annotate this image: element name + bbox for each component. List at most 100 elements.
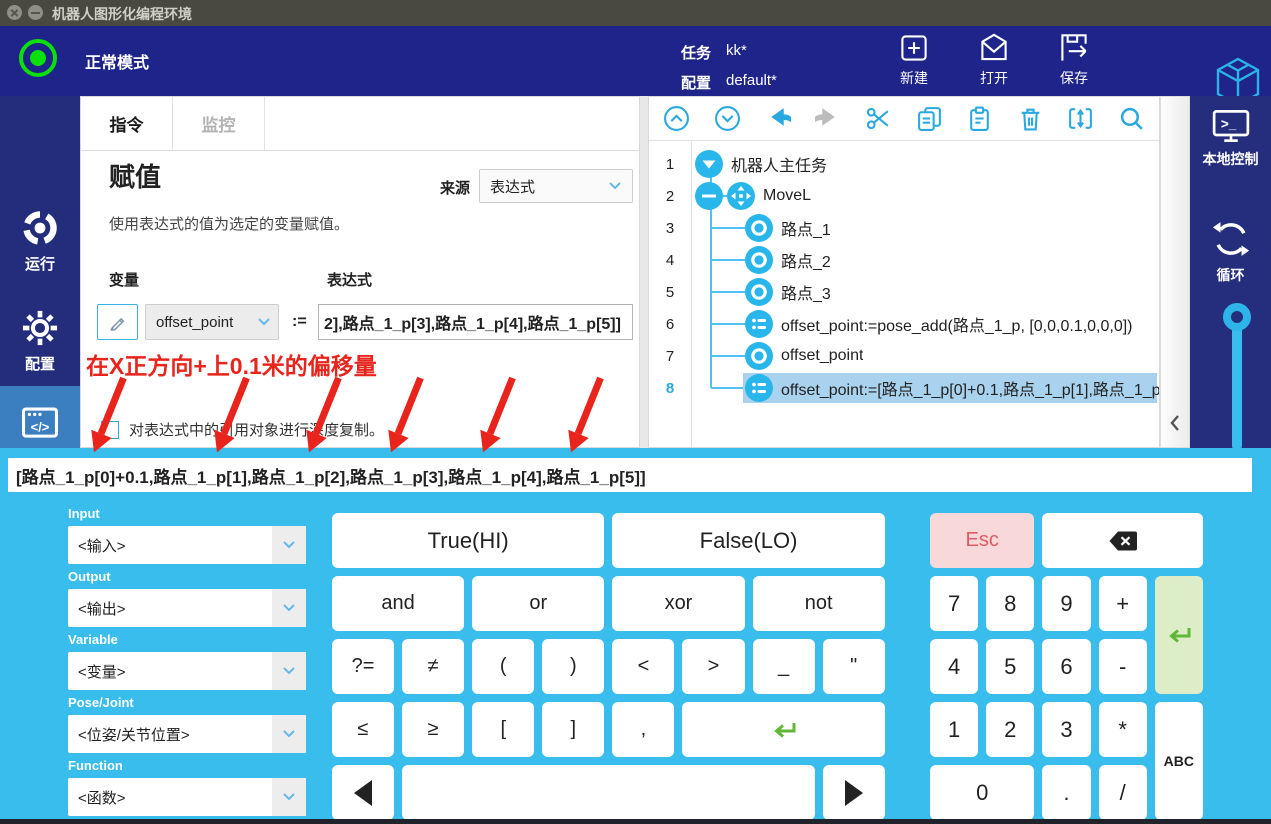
key-paren-open[interactable]: ( [472, 639, 534, 694]
key-false[interactable]: False(LO) [612, 513, 884, 568]
key-paren-close[interactable]: ) [542, 639, 604, 694]
key-not[interactable]: not [753, 576, 885, 631]
copy-icon[interactable] [916, 105, 943, 132]
waypoint-icon [745, 278, 773, 306]
source-label: 来源 [440, 177, 470, 198]
key-comma[interactable]: , [612, 702, 674, 757]
delete-icon[interactable] [1017, 105, 1044, 132]
close-icon[interactable] [7, 5, 22, 20]
key-5[interactable]: 5 [986, 639, 1034, 694]
key-abc[interactable]: ABC [1155, 702, 1203, 820]
red-annotation-text: 在X正方向+上0.1米的偏移量 [86, 347, 377, 381]
chevron-down-icon [272, 715, 306, 753]
key-plus[interactable]: + [1099, 576, 1147, 631]
key-esc[interactable]: Esc [930, 513, 1034, 568]
expression-input[interactable]: 2],路点_1_p[3],路点_1_p[4],路点_1_p[5]] [318, 304, 633, 340]
source-select[interactable]: 表达式 [479, 169, 633, 203]
key-3[interactable]: 3 [1042, 702, 1090, 757]
sidebar-item-local-control[interactable]: >_ 本地控制 [1190, 108, 1271, 169]
app-header: 正常模式 任务 kk* 配置 default* 新建 打开 保存 [0, 26, 1271, 96]
key-9[interactable]: 9 [1042, 576, 1090, 631]
tree-row[interactable]: 2 MoveL [649, 180, 1159, 212]
key-asterisk[interactable]: * [1099, 702, 1147, 757]
cut-icon[interactable] [865, 105, 892, 132]
key-minus[interactable]: - [1099, 639, 1147, 694]
key-cursor-left[interactable] [332, 765, 394, 820]
output-select-label: Output [68, 569, 306, 584]
key-enter-wide[interactable] [682, 702, 884, 757]
tab-monitor[interactable]: 监控 [173, 97, 265, 150]
expression-bar-input[interactable]: [路点_1_p[0]+0.1,路点_1_p[1],路点_1_p[2],路点_1_… [8, 458, 1252, 492]
tree-toolbar [649, 97, 1159, 141]
save-file-icon [1055, 29, 1093, 67]
key-assign-compare[interactable]: ?= [332, 639, 394, 694]
key-4[interactable]: 4 [930, 639, 978, 694]
sidebar-item-config[interactable]: 配置 [0, 308, 80, 374]
key-greater[interactable]: > [682, 639, 744, 694]
panel-scroll-strip[interactable] [1160, 96, 1190, 448]
paste-icon[interactable] [966, 105, 993, 132]
tree-row[interactable]: 3 路点_1 [649, 212, 1159, 244]
new-button[interactable]: 新建 [878, 29, 950, 88]
key-underscore[interactable]: _ [753, 639, 815, 694]
input-select[interactable]: <输入> [68, 526, 306, 564]
collapse-triangle-icon[interactable] [695, 150, 723, 178]
collapse-panel-icon[interactable] [1169, 414, 1181, 437]
key-cursor-right[interactable] [823, 765, 885, 820]
function-select[interactable]: <函数> [68, 778, 306, 816]
task-value: kk* [726, 42, 747, 59]
key-enter[interactable] [1155, 576, 1203, 694]
tree-row-selected[interactable]: 8 offset_point:=[路点_1_p[0]+0.1,路点_1_p[1]… [649, 372, 1159, 404]
speed-slider-track[interactable] [1232, 318, 1242, 450]
save-button[interactable]: 保存 [1038, 29, 1110, 88]
key-7[interactable]: 7 [930, 576, 978, 631]
move-up-icon[interactable] [663, 105, 690, 132]
key-and[interactable]: and [332, 576, 464, 631]
key-8[interactable]: 8 [986, 576, 1034, 631]
key-less[interactable]: < [612, 639, 674, 694]
key-or[interactable]: or [472, 576, 604, 631]
key-true[interactable]: True(HI) [332, 513, 604, 568]
key-bracket-close[interactable]: ] [542, 702, 604, 757]
tree-row[interactable]: 5 路点_3 [649, 276, 1159, 308]
key-less-equal[interactable]: ≤ [332, 702, 394, 757]
minus-circle-icon[interactable] [695, 182, 723, 210]
config-value: default* [726, 72, 777, 89]
key-greater-equal[interactable]: ≥ [402, 702, 464, 757]
key-not-equal[interactable]: ≠ [402, 639, 464, 694]
move-down-icon[interactable] [714, 105, 741, 132]
variable-select[interactable]: offset_point [145, 304, 279, 340]
key-quote[interactable]: " [823, 639, 885, 694]
edit-variable-button[interactable] [97, 304, 138, 340]
tree-row[interactable]: 4 路点_2 [649, 244, 1159, 276]
redo-icon[interactable] [815, 105, 842, 132]
key-dot[interactable]: . [1042, 765, 1090, 820]
key-backspace[interactable] [1042, 513, 1203, 568]
output-select[interactable]: <输出> [68, 589, 306, 627]
open-button[interactable]: 打开 [958, 29, 1030, 88]
search-icon[interactable] [1118, 105, 1145, 132]
window-titlebar: 机器人图形化编程环境 [0, 0, 1271, 26]
key-slash[interactable]: / [1099, 765, 1147, 820]
swap-icon[interactable] [1067, 105, 1094, 132]
key-xor[interactable]: xor [612, 576, 744, 631]
minimize-icon[interactable] [28, 5, 43, 20]
sidebar-item-run[interactable]: 运行 [0, 208, 80, 274]
key-1[interactable]: 1 [930, 702, 978, 757]
undo-icon[interactable] [764, 105, 791, 132]
open-file-icon [975, 29, 1013, 67]
sidebar-item-loop[interactable]: 循环 [1190, 218, 1271, 285]
variable-operand-select[interactable]: <变量> [68, 652, 306, 690]
key-0[interactable]: 0 [930, 765, 1034, 820]
key-6[interactable]: 6 [1042, 639, 1090, 694]
tab-instruction[interactable]: 指令 [81, 97, 173, 150]
tree-row[interactable]: 6 offset_point:=pose_add(路点_1_p, [0,0,0.… [649, 308, 1159, 340]
key-2[interactable]: 2 [986, 702, 1034, 757]
key-space[interactable] [402, 765, 815, 820]
pose-joint-select[interactable]: <位姿/关节位置> [68, 715, 306, 753]
tree-row[interactable]: 1 机器人主任务 [649, 148, 1159, 180]
speed-slider-handle[interactable] [1223, 303, 1251, 331]
key-bracket-open[interactable]: [ [472, 702, 534, 757]
tree-row[interactable]: 7 offset_point [649, 340, 1159, 372]
new-file-icon [895, 29, 933, 67]
